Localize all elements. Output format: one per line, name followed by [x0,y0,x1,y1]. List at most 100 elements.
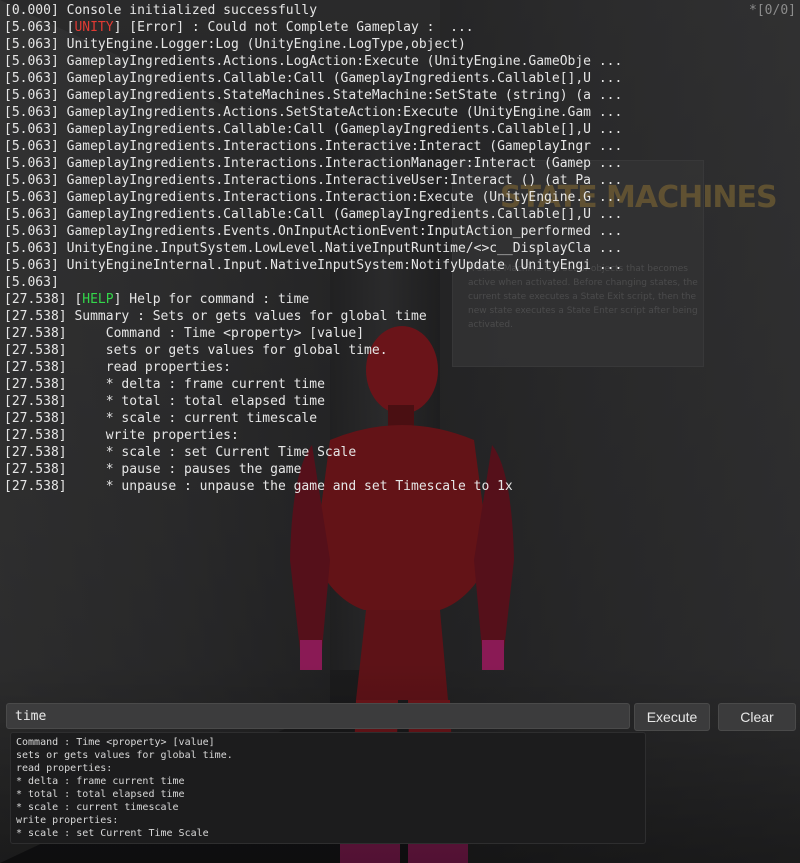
log-separator: [ [66,292,83,307]
log-timestamp: [27.538] [4,377,67,392]
log-message: GameplayIngredients.Callable:Call (Gamep… [66,207,623,222]
console-log: [0.000] Console initialized successfully… [4,2,794,495]
help-line: read properties: [16,763,113,774]
help-line: write properties: [16,815,119,826]
log-separator [59,3,67,18]
log-message: * pause : pauses the game [74,462,302,477]
execute-button[interactable]: Execute [634,703,710,731]
log-line: [27.538] * delta : frame current time [4,376,794,393]
log-message: GameplayIngredients.Callable:Call (Gamep… [66,71,623,86]
log-message: Summary : Sets or gets values for global… [74,309,427,324]
log-line: [27.538] read properties: [4,359,794,376]
log-line: [27.538] * pause : pauses the game [4,461,794,478]
log-timestamp: [5.063] [4,20,59,35]
log-timestamp: [5.063] [4,37,59,52]
log-timestamp: [0.000] [4,3,59,18]
log-message: ] Help for command : time [113,292,310,307]
log-separator [59,54,67,69]
log-line: [5.063] UnityEngine.Logger:Log (UnityEng… [4,36,794,53]
log-line: [0.000] Console initialized successfully [4,2,794,19]
log-timestamp: [27.538] [4,445,67,460]
help-line: * total : total elapsed time [16,789,185,800]
log-separator [59,207,67,222]
log-message: GameplayIngredients.Actions.LogAction:Ex… [66,54,623,69]
help-line: sets or gets values for global time. [16,750,233,761]
log-timestamp: [27.538] [4,479,67,494]
log-timestamp: [5.063] [4,207,59,222]
help-line: * scale : set Current Time Scale [16,828,209,839]
log-timestamp: [5.063] [4,139,59,154]
log-timestamp: [5.063] [4,71,59,86]
log-line: [5.063] GameplayIngredients.StateMachine… [4,87,794,104]
log-line: [5.063] GameplayIngredients.Interactions… [4,172,794,189]
log-separator [59,224,67,239]
log-line: [27.538] Command : Time <property> [valu… [4,325,794,342]
log-timestamp: [5.063] [4,156,59,171]
log-message: GameplayIngredients.Callable:Call (Gamep… [66,122,623,137]
log-timestamp: [27.538] [4,343,67,358]
log-message: GameplayIngredients.Interactions.Interac… [66,156,623,171]
log-timestamp: [27.538] [4,411,67,426]
log-line: [5.063] GameplayIngredients.Actions.SetS… [4,104,794,121]
log-line: [5.063] UnityEngineInternal.Input.Native… [4,257,794,274]
log-separator [59,71,67,86]
log-message: GameplayIngredients.Actions.SetStateActi… [66,105,623,120]
log-line: [5.063] GameplayIngredients.Actions.LogA… [4,53,794,70]
log-timestamp: [5.063] [4,258,59,273]
log-line: [5.063] GameplayIngredients.Interactions… [4,155,794,172]
log-counter: *[0/0] [749,3,796,18]
log-line: [5.063] GameplayIngredients.Callable:Cal… [4,206,794,223]
log-line: [5.063] GameplayIngredients.Interactions… [4,138,794,155]
log-message: write properties: [74,428,239,443]
log-line: [27.538] * total : total elapsed time [4,393,794,410]
log-line: [27.538] * scale : set Current Time Scal… [4,444,794,461]
log-message: Command : Time <property> [value] [74,326,365,341]
log-line: [27.538] * scale : current timescale [4,410,794,427]
log-line: [5.063] GameplayIngredients.Events.OnInp… [4,223,794,240]
help-line: * scale : current timescale [16,802,179,813]
log-message: read properties: [74,360,231,375]
log-line: [27.538] Summary : Sets or gets values f… [4,308,794,325]
log-line: [27.538] write properties: [4,427,794,444]
log-separator [59,190,67,205]
log-separator [59,37,67,52]
help-line: * delta : frame current time [16,776,185,787]
help-line: Command : Time <property> [value] [16,737,215,748]
log-timestamp: [5.063] [4,105,59,120]
log-line: [27.538] * unpause : unpause the game an… [4,478,794,495]
log-message: UnityEngineInternal.Input.NativeInputSys… [66,258,623,273]
log-tag: HELP [82,292,114,307]
command-input[interactable] [6,703,630,729]
log-timestamp: [5.063] [4,190,59,205]
log-timestamp: [5.063] [4,173,59,188]
log-message: GameplayIngredients.Interactions.Interac… [66,190,623,205]
log-timestamp: [27.538] [4,326,67,341]
log-separator [59,258,67,273]
log-timestamp: [5.063] [4,241,59,256]
log-separator [59,156,67,171]
log-separator [59,122,67,137]
log-timestamp: [5.063] [4,275,59,290]
log-line: [5.063] UnityEngine.InputSystem.LowLevel… [4,240,794,257]
log-separator [59,88,67,103]
log-message: sets or gets values for global time. [74,343,388,358]
log-timestamp: [27.538] [4,462,67,477]
log-message: * scale : current timescale [74,411,318,426]
log-tag: UNITY [74,20,114,35]
log-message: UnityEngine.InputSystem.LowLevel.NativeI… [66,241,623,256]
log-timestamp: [5.063] [4,122,59,137]
log-timestamp: [5.063] [4,88,59,103]
log-separator [59,105,67,120]
log-line: [27.538] [HELP] Help for command : time [4,291,794,308]
log-timestamp: [27.538] [4,292,67,307]
log-separator [59,241,67,256]
log-message: GameplayIngredients.Events.OnInputAction… [66,224,623,239]
clear-button[interactable]: Clear [718,703,796,731]
log-message: * scale : set Current Time Scale [74,445,357,460]
log-line: [5.063] [4,274,794,291]
log-message: * delta : frame current time [74,377,325,392]
log-message: Console initialized successfully [66,3,318,18]
log-separator: [ [58,20,75,35]
log-line: [5.063] [UNITY] [Error] : Could not Comp… [4,19,794,36]
log-line: [27.538] sets or gets values for global … [4,342,794,359]
